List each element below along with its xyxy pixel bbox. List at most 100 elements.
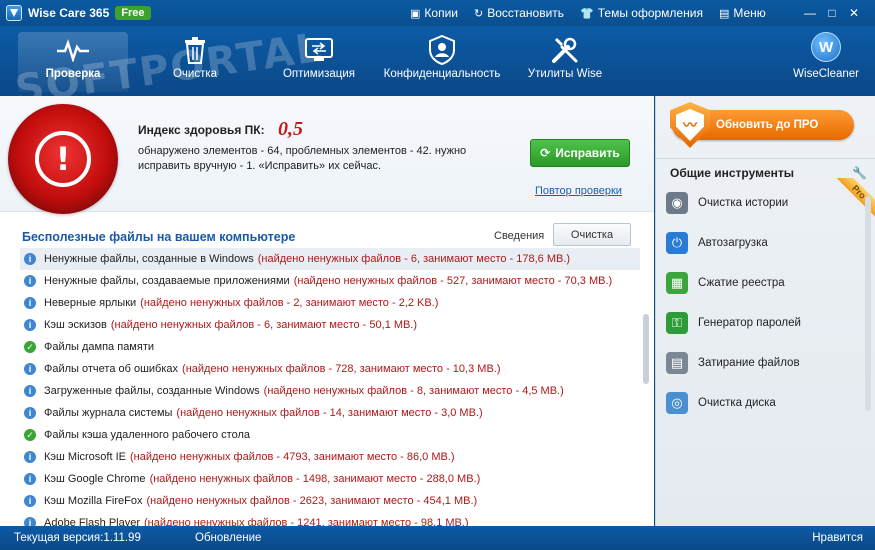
- list-item[interactable]: i Кэш Microsoft IE (найдено ненужных файло…: [20, 446, 640, 468]
- health-index-label: Индекс здоровья ПК:: [138, 123, 265, 137]
- item-name: Файлы дампа памяти: [44, 341, 155, 353]
- list-item[interactable]: i Неверные ярлыки (найдено ненужных файлов…: [20, 292, 640, 314]
- minimize-button[interactable]: —: [799, 4, 821, 22]
- health-score: 0,5: [278, 118, 303, 140]
- item-name: Кэш Google Chrome: [44, 473, 146, 485]
- tab-clean[interactable]: Очистка: [160, 32, 230, 92]
- list-item[interactable]: i Кэш Mozilla FireFox (найдено ненужных фа…: [20, 490, 640, 512]
- info-icon: i: [24, 495, 36, 507]
- list-item[interactable]: i Кэш Google Chrome (найдено ненужных файл…: [20, 468, 640, 490]
- tool-label: Сжатие реестра: [698, 277, 785, 289]
- item-detail: (найдено ненужных файлов - 6, занимают м…: [257, 253, 571, 265]
- key-icon: ⚿: [666, 312, 688, 334]
- menu-icon: ▤: [718, 7, 730, 20]
- eye-history-icon: ◉: [666, 192, 688, 214]
- item-name: Файлы журнала системы: [44, 407, 173, 419]
- item-detail: (найдено ненужных файлов - 728, занимают…: [182, 363, 501, 375]
- tools-icon: [545, 32, 585, 68]
- health-panel: ! Индекс здоровья ПК: 0,5 обнаружено эле…: [0, 96, 654, 214]
- info-icon: i: [24, 297, 36, 309]
- item-detail: (найдено ненужных файлов - 6, занимают м…: [110, 319, 418, 331]
- info-icon: i: [24, 385, 36, 397]
- optimize-icon: [299, 32, 339, 68]
- like-link[interactable]: Нравится: [812, 532, 863, 544]
- info-icon: i: [24, 275, 36, 287]
- tab-utilities[interactable]: Утилиты Wise: [524, 32, 606, 92]
- monitor-icon: ▣: [410, 7, 421, 20]
- maximize-button[interactable]: □: [821, 4, 843, 22]
- disk-clean-icon: ◎: [666, 392, 688, 414]
- list-item[interactable]: i Ненужные файлы, создаваемые приложениям…: [20, 270, 640, 292]
- item-name: Ненужные файлы, создаваемые приложениями: [44, 275, 290, 287]
- tab-privacy[interactable]: Конфиденциальность: [380, 32, 504, 92]
- backup-menu-item[interactable]: ▣ Копии: [410, 6, 458, 20]
- privacy-shield-icon: [422, 32, 462, 68]
- divider: [656, 158, 875, 159]
- item-detail: (найдено ненужных файлов - 8, занимают м…: [263, 385, 564, 397]
- list-item[interactable]: i Ненужные файлы, созданные в Windows (най…: [20, 248, 640, 270]
- list-item[interactable]: ✓ Файлы дампа памяти: [20, 336, 640, 358]
- list-item[interactable]: ✓ Файлы кэша удаленного рабочего стола: [20, 424, 640, 446]
- tool-item[interactable]: ▦ Сжатие реестра: [666, 268, 866, 298]
- registry-cubes-icon: ▦: [666, 272, 688, 294]
- junk-list: i Ненужные файлы, созданные в Windows (най…: [20, 248, 640, 534]
- tool-label: Очистка истории: [698, 197, 789, 209]
- list-scrollbar[interactable]: [642, 214, 650, 514]
- item-name: Кэш Mozilla FireFox: [44, 495, 143, 507]
- tool-label: Очистка диска: [698, 397, 776, 409]
- tool-item[interactable]: ⏻ Автозагрузка: [666, 228, 866, 258]
- close-button[interactable]: ✕: [843, 4, 865, 22]
- tool-item[interactable]: ⚿ Генератор паролей: [666, 308, 866, 338]
- tool-label: Затирание файлов: [698, 357, 800, 369]
- list-item[interactable]: i Кэш эскизов (найдено ненужных файлов - 6…: [20, 314, 640, 336]
- tab-check[interactable]: Проверка: [18, 32, 128, 92]
- wisecleaner-link[interactable]: W WiseCleaner: [793, 32, 859, 80]
- item-detail: (найдено ненужных файлов - 2, занимают м…: [140, 297, 439, 309]
- tool-item[interactable]: ◎ Очистка диска: [666, 388, 866, 418]
- tool-label: Автозагрузка: [698, 237, 768, 249]
- wise-shield-icon: 〰: [670, 102, 710, 148]
- tool-item[interactable]: ▤ Затирание файлов: [666, 348, 866, 378]
- app-title: Wise Care 365: [28, 6, 110, 20]
- item-name: Загруженные файлы, созданные Windows: [44, 385, 260, 397]
- update-link[interactable]: Обновление: [195, 532, 261, 544]
- rescan-link[interactable]: Повтор проверки: [535, 185, 622, 197]
- item-detail: (найдено ненужных файлов - 1498, занимаю…: [149, 473, 481, 485]
- item-name: Кэш эскизов: [44, 319, 107, 331]
- info-icon: i: [24, 451, 36, 463]
- pulse-icon: [53, 32, 93, 68]
- shirt-icon: 👕: [580, 7, 594, 20]
- item-detail: (найдено ненужных файлов - 4793, занимаю…: [129, 451, 455, 463]
- item-name: Неверные ярлыки: [44, 297, 137, 309]
- health-description: обнаружено элементов - 64, проблемных эл…: [138, 145, 467, 172]
- tab-optimize[interactable]: Оптимизация: [278, 32, 360, 92]
- item-name: Ненужные файлы, созданные в Windows: [44, 253, 254, 265]
- sidebar-scrollbar[interactable]: [865, 196, 871, 411]
- fix-button[interactable]: ⟳ Исправить: [530, 139, 630, 167]
- clean-button[interactable]: Очистка: [553, 223, 631, 246]
- main-panel: ! Индекс здоровья ПК: 0,5 обнаружено эле…: [0, 96, 654, 529]
- app-logo-icon: [6, 5, 22, 21]
- list-item[interactable]: i Файлы отчета об ошибках (найдено ненужны…: [20, 358, 640, 380]
- tools-sidebar: Обновить до ПРО 〰 Общие инструменты 🔧 Pr…: [655, 96, 875, 526]
- info-icon: i: [24, 363, 36, 375]
- junk-section-title: Бесполезные файлы на вашем компьютере: [22, 230, 296, 244]
- wisecleaner-logo-icon: W: [811, 32, 842, 62]
- refresh-icon: ⟳: [540, 146, 551, 160]
- title-bar: Wise Care 365 Free ▣ Копии ↻ Восстановить …: [0, 0, 875, 26]
- info-icon: i: [24, 473, 36, 485]
- tool-item[interactable]: ◉ Очистка истории: [666, 188, 866, 218]
- scrollbar-thumb[interactable]: [643, 314, 649, 384]
- trash-icon: [175, 32, 215, 68]
- main-menu-item[interactable]: ▤ Меню: [719, 6, 766, 20]
- details-link[interactable]: Сведения: [494, 230, 544, 242]
- power-icon: ⏻: [666, 232, 688, 254]
- item-detail: (найдено ненужных файлов - 2623, занимаю…: [146, 495, 478, 507]
- list-item[interactable]: i Загруженные файлы, созданные Windows (на…: [20, 380, 640, 402]
- current-version: Текущая версия:1.11.99: [14, 532, 141, 544]
- themes-menu-item[interactable]: 👕 Темы оформления: [580, 6, 703, 20]
- restore-icon: ↻: [473, 7, 484, 20]
- list-item[interactable]: i Файлы журнала системы (найдено ненужных …: [20, 402, 640, 424]
- item-name: Файлы кэша удаленного рабочего стола: [44, 429, 251, 441]
- restore-menu-item[interactable]: ↻ Восстановить: [474, 6, 564, 20]
